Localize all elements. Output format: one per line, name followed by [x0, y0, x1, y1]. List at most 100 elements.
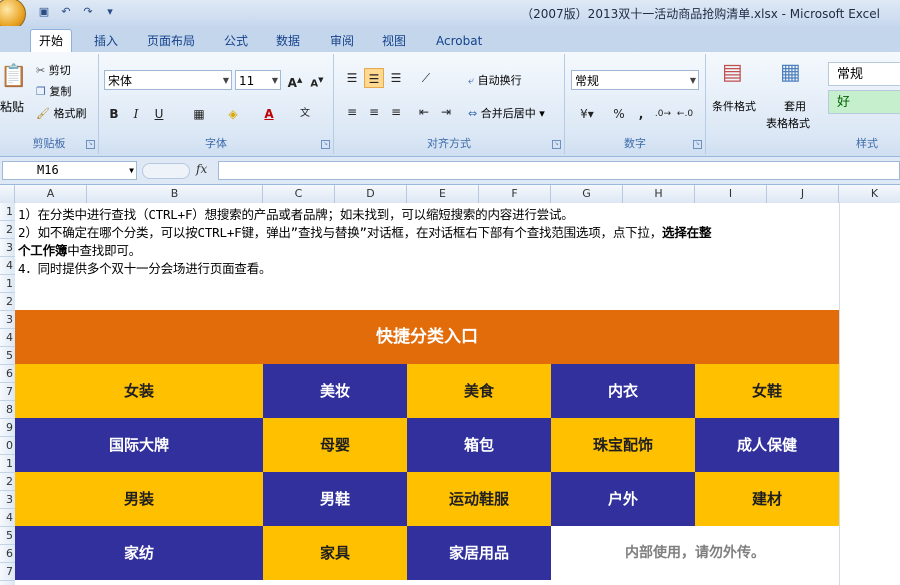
paste-button[interactable]: 粘贴 [0, 98, 24, 115]
number-launcher-icon[interactable]: ↘ [693, 140, 702, 149]
table-format-line2[interactable]: 表格格式 [766, 115, 810, 131]
category-cell[interactable]: 母婴 [263, 418, 407, 472]
alignment-launcher-icon[interactable]: ↘ [552, 140, 561, 149]
row-header[interactable]: 1 [0, 455, 15, 473]
underline-icon[interactable]: U [149, 104, 169, 124]
phonetic-icon[interactable]: 文 [295, 104, 315, 124]
comma-icon[interactable]: , [631, 104, 651, 124]
category-cell[interactable]: 女鞋 [695, 364, 839, 418]
align-middle-icon[interactable]: ☰ [364, 68, 384, 88]
tab-formulas[interactable]: 公式 [216, 30, 256, 52]
column-header[interactable]: H [623, 185, 695, 203]
category-cell[interactable]: 家纺 [15, 526, 263, 580]
category-cell[interactable]: 家居用品 [407, 526, 551, 580]
formula-bar-splitter[interactable] [142, 163, 190, 179]
clipboard-launcher-icon[interactable]: ↘ [86, 140, 95, 149]
row-header[interactable]: 1 [0, 275, 15, 293]
orientation-icon[interactable]: ⟋ [416, 68, 436, 88]
row-header[interactable]: 2 [0, 293, 15, 311]
decrease-decimal-icon[interactable]: ←.0 [675, 104, 695, 124]
table-format-icon[interactable]: ▦ [780, 60, 801, 85]
tab-view[interactable]: 视图 [374, 30, 414, 52]
row-header[interactable]: 5 [0, 347, 15, 365]
name-box[interactable]: M16 ▼ [2, 161, 137, 180]
border-icon[interactable]: ▦ [189, 104, 209, 124]
font-color-icon[interactable]: A [259, 104, 279, 124]
category-cell[interactable]: 男鞋 [263, 472, 407, 526]
align-center-icon[interactable]: ≡ [364, 102, 384, 122]
insert-function-icon[interactable]: fx [196, 162, 207, 176]
format-painter-button[interactable]: 🖌 格式刷 [36, 105, 86, 121]
conditional-format-icon[interactable]: ▤ [722, 60, 743, 85]
number-format-combo[interactable]: 常规 ▼ [571, 70, 699, 90]
category-cell[interactable]: 国际大牌 [15, 418, 263, 472]
paste-icon[interactable]: 📋 [0, 64, 27, 89]
decrease-indent-icon[interactable]: ⇤ [414, 102, 434, 122]
table-format-line1[interactable]: 套用 [784, 98, 806, 114]
row-header[interactable]: 7 [0, 563, 15, 581]
align-top-icon[interactable]: ☰ [342, 68, 362, 88]
bold-icon[interactable]: B [104, 104, 124, 124]
worksheet[interactable]: 1）在分类中进行查找（CTRL+F）想搜索的产品或者品牌；如未找到，可以缩短搜索… [15, 203, 900, 585]
font-launcher-icon[interactable]: ↘ [321, 140, 330, 149]
row-header[interactable]: 7 [0, 383, 15, 401]
category-cell[interactable]: 成人保健 [695, 418, 839, 472]
category-cell[interactable]: 美妆 [263, 364, 407, 418]
row-header[interactable]: 3 [0, 239, 15, 257]
row-header[interactable]: 2 [0, 473, 15, 491]
italic-icon[interactable]: I [126, 104, 146, 124]
merge-center-button[interactable]: ⇔ 合并后居中 ▾ [468, 105, 545, 121]
style-good[interactable]: 好 [828, 90, 900, 114]
copy-button[interactable]: ❐ 复制 [36, 83, 71, 99]
tab-data[interactable]: 数据 [268, 30, 308, 52]
row-header[interactable]: 6 [0, 545, 15, 563]
undo-icon[interactable]: ↶ [58, 4, 74, 20]
column-header[interactable]: J [767, 185, 839, 203]
increase-indent-icon[interactable]: ⇥ [436, 102, 456, 122]
percent-icon[interactable]: % [609, 104, 629, 124]
align-bottom-icon[interactable]: ☰ [386, 68, 406, 88]
column-header[interactable]: K [839, 185, 900, 203]
save-icon[interactable]: ▣ [36, 4, 52, 20]
row-header[interactable]: 4 [0, 329, 15, 347]
category-cell[interactable]: 箱包 [407, 418, 551, 472]
row-header[interactable]: 0 [0, 437, 15, 455]
column-header[interactable]: E [407, 185, 479, 203]
column-header[interactable]: F [479, 185, 551, 203]
font-size-combo[interactable]: 11 ▼ [235, 70, 281, 90]
category-cell[interactable]: 珠宝配饰 [551, 418, 695, 472]
tab-acrobat[interactable]: Acrobat [428, 30, 490, 52]
select-all-corner[interactable] [0, 185, 15, 203]
category-cell[interactable]: 建材 [695, 472, 839, 526]
category-cell[interactable]: 家具 [263, 526, 407, 580]
tab-home[interactable]: 开始 [30, 29, 73, 52]
currency-icon[interactable]: ¥▾ [573, 104, 601, 124]
row-header[interactable]: 4 [0, 509, 15, 527]
row-header[interactable]: 6 [0, 365, 15, 383]
shrink-font-icon[interactable]: A▼ [307, 70, 327, 90]
row-header[interactable]: 3 [0, 311, 15, 329]
column-header[interactable]: C [263, 185, 335, 203]
row-header[interactable]: 4 [0, 257, 15, 275]
redo-icon[interactable]: ↷ [80, 4, 96, 20]
conditional-format-button[interactable]: 条件格式 [712, 98, 756, 114]
column-header[interactable]: D [335, 185, 407, 203]
align-right-icon[interactable]: ≡ [386, 102, 406, 122]
row-header[interactable]: 2 [0, 221, 15, 239]
tab-page-layout[interactable]: 页面布局 [139, 30, 203, 52]
tab-review[interactable]: 审阅 [322, 30, 362, 52]
grow-font-icon[interactable]: A▲ [285, 70, 305, 90]
column-header[interactable]: B [87, 185, 263, 203]
column-header[interactable]: A [15, 185, 87, 203]
wrap-text-button[interactable]: ⤶ 自动换行 [468, 72, 522, 88]
category-cell[interactable]: 美食 [407, 364, 551, 418]
formula-input[interactable] [218, 161, 900, 180]
column-header[interactable]: I [695, 185, 767, 203]
font-name-combo[interactable]: 宋体 ▼ [104, 70, 232, 90]
row-header[interactable]: 1 [0, 203, 15, 221]
category-cell[interactable]: 男装 [15, 472, 263, 526]
category-cell[interactable]: 运动鞋服 [407, 472, 551, 526]
increase-decimal-icon[interactable]: .0→ [653, 104, 673, 124]
category-cell[interactable]: 女装 [15, 364, 263, 418]
tab-insert[interactable]: 插入 [86, 30, 126, 52]
